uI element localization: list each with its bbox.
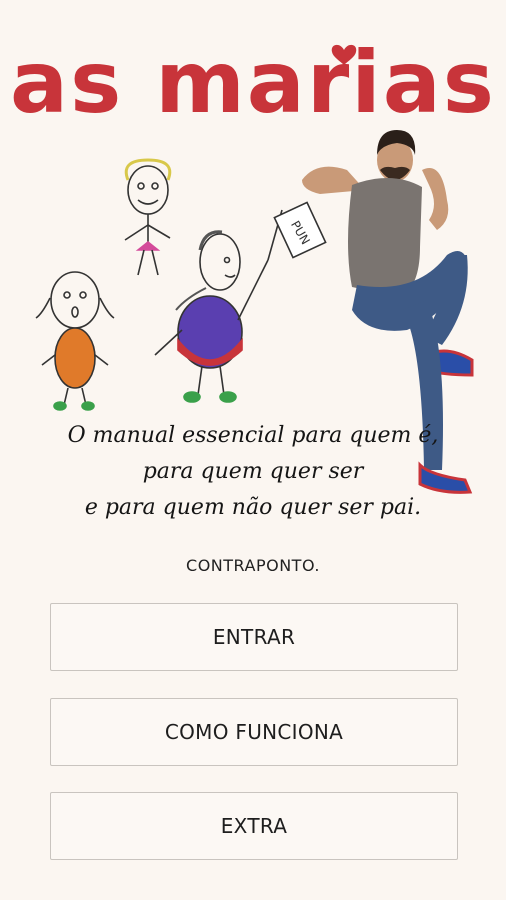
tagline-line-2: para quem quer ser	[142, 459, 364, 484]
tagline-line-1: O manual essencial para quem é,	[67, 423, 439, 448]
publisher-logo: CONTRAPONTO.	[186, 556, 320, 575]
extra-button[interactable]: EXTRA	[50, 792, 458, 860]
tagline-line-3: e para quem não quer ser pai.	[84, 495, 422, 520]
drawn-girl-left	[35, 271, 115, 411]
drawn-girl-top	[124, 158, 172, 276]
app-title: as marias	[10, 33, 496, 133]
tagline: O manual essencial para quem é, para que…	[0, 418, 506, 526]
app-logo-title: as marias	[0, 30, 506, 140]
enter-button[interactable]: ENTRAR	[50, 603, 458, 671]
how-it-works-button[interactable]: COMO FUNCIONA	[50, 698, 458, 766]
